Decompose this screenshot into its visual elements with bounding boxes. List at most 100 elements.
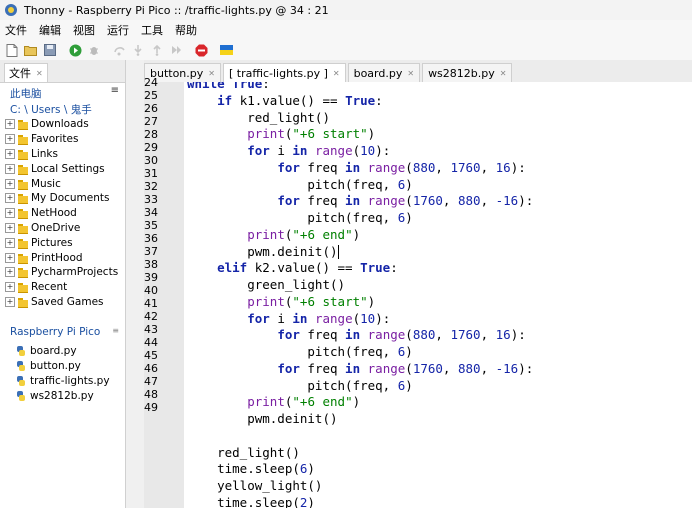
- code-line[interactable]: pitch(freq, 6): [187, 210, 533, 227]
- close-icon[interactable]: ✕: [500, 69, 507, 78]
- folder-label: PrintHood: [31, 251, 83, 264]
- title-bar: Thonny - Raspberry Pi Pico :: /traffic-l…: [0, 0, 692, 20]
- folder-item[interactable]: + NetHood: [0, 206, 125, 221]
- flag-icon[interactable]: [219, 43, 233, 57]
- folder-item[interactable]: + Pictures: [0, 235, 125, 250]
- expand-icon[interactable]: +: [5, 282, 15, 293]
- folder-item[interactable]: + Music: [0, 176, 125, 191]
- folder-item[interactable]: + PrintHood: [0, 250, 125, 265]
- code-line[interactable]: elif k2.value() == True:: [187, 260, 533, 277]
- close-icon[interactable]: ✕: [36, 69, 43, 78]
- menu-help[interactable]: 帮助: [169, 22, 203, 38]
- expand-icon[interactable]: +: [5, 208, 15, 219]
- folder-item[interactable]: + My Documents: [0, 191, 125, 206]
- save-icon[interactable]: [43, 43, 57, 57]
- code-line[interactable]: for freq in range(1760, 880, -16):: [187, 193, 533, 210]
- code-line[interactable]: for freq in range(880, 1760, 16):: [187, 160, 533, 177]
- code-line[interactable]: time.sleep(2): [187, 495, 533, 508]
- run-icon[interactable]: [68, 43, 82, 57]
- folder-item[interactable]: + PycharmProjects: [0, 265, 125, 280]
- folder-label: Local Settings: [31, 162, 105, 175]
- code-line[interactable]: red_light(): [187, 110, 533, 127]
- code-line[interactable]: pwm.deinit(): [187, 244, 533, 261]
- file-item[interactable]: ws2812b.py: [0, 388, 125, 403]
- folder-item[interactable]: + Recent: [0, 280, 125, 295]
- breadcrumb-path[interactable]: C: \ Users \ 鬼手: [10, 101, 125, 117]
- code-line[interactable]: yellow_light(): [187, 478, 533, 495]
- code-line[interactable]: print("+6 end"): [187, 227, 533, 244]
- editor-tab[interactable]: [ traffic-lights.py ] ✕: [222, 63, 346, 82]
- code-line[interactable]: for i in range(10):: [187, 143, 533, 160]
- folder-item[interactable]: + Downloads: [0, 117, 125, 132]
- toolbar: [0, 40, 692, 60]
- close-icon[interactable]: ✕: [208, 69, 215, 78]
- folder-icon: [18, 179, 28, 190]
- line-number: 37: [144, 245, 158, 258]
- code-editor[interactable]: while True: if k1.value() == True: red_l…: [184, 82, 692, 508]
- step-out-icon[interactable]: [150, 43, 164, 57]
- code-line[interactable]: pwm.deinit(): [187, 411, 533, 428]
- code-line[interactable]: pitch(freq, 6): [187, 177, 533, 194]
- pane-menu-icon[interactable]: ≡: [112, 326, 119, 335]
- expand-icon[interactable]: +: [5, 222, 15, 233]
- folder-item[interactable]: + Links: [0, 147, 125, 162]
- folder-item[interactable]: + Saved Games: [0, 295, 125, 310]
- folder-item[interactable]: + Favorites: [0, 132, 125, 147]
- menu-edit[interactable]: 编辑: [33, 22, 67, 38]
- code-line[interactable]: pitch(freq, 6): [187, 378, 533, 395]
- folder-icon: [18, 193, 28, 205]
- expand-icon[interactable]: +: [5, 267, 15, 278]
- step-into-icon[interactable]: [131, 43, 145, 57]
- close-icon[interactable]: ✕: [333, 69, 340, 78]
- code-line[interactable]: for freq in range(880, 1760, 16):: [187, 327, 533, 344]
- menu-view[interactable]: 视图: [67, 22, 101, 38]
- stop-icon[interactable]: [194, 43, 208, 57]
- open-file-icon[interactable]: [24, 43, 38, 57]
- code-line[interactable]: while True:: [187, 82, 533, 93]
- debug-icon[interactable]: [87, 43, 101, 57]
- pane-menu-icon[interactable]: ≡: [111, 85, 119, 96]
- code-line[interactable]: red_light(): [187, 445, 533, 462]
- tab-files-label: 文件: [9, 67, 31, 80]
- menu-tools[interactable]: 工具: [135, 22, 169, 38]
- code-line[interactable]: green_light(): [187, 277, 533, 294]
- code-line[interactable]: print("+6 end"): [187, 394, 533, 411]
- code-line[interactable]: time.sleep(6): [187, 461, 533, 478]
- new-file-icon[interactable]: [5, 43, 19, 57]
- expand-icon[interactable]: +: [5, 163, 15, 174]
- menu-run[interactable]: 运行: [101, 22, 135, 38]
- expand-icon[interactable]: +: [5, 148, 15, 159]
- file-item[interactable]: board.py: [0, 344, 125, 359]
- close-icon[interactable]: ✕: [407, 69, 414, 78]
- step-over-icon[interactable]: [112, 43, 126, 57]
- code-line[interactable]: print("+6 start"): [187, 294, 533, 311]
- line-number: 49: [144, 401, 158, 414]
- code-line[interactable]: print("+6 start"): [187, 126, 533, 143]
- pane-splitter[interactable]: [126, 60, 144, 508]
- file-item[interactable]: traffic-lights.py: [0, 374, 125, 389]
- file-item[interactable]: button.py: [0, 359, 125, 374]
- editor-tab[interactable]: board.py ✕: [347, 63, 421, 82]
- code-line[interactable]: pitch(freq, 6): [187, 344, 533, 361]
- expand-icon[interactable]: +: [5, 119, 15, 130]
- device-header[interactable]: Raspberry Pi Pico ≡: [0, 318, 125, 344]
- editor-tab[interactable]: ws2812b.py ✕: [422, 63, 513, 82]
- text-cursor: [337, 245, 339, 259]
- code-line[interactable]: for i in range(10):: [187, 311, 533, 328]
- expand-icon[interactable]: +: [5, 296, 15, 307]
- menu-file[interactable]: 文件: [0, 22, 33, 38]
- tab-files[interactable]: 文件 ✕: [4, 63, 48, 82]
- folder-icon: [18, 267, 28, 279]
- code-line[interactable]: for freq in range(1760, 880, -16):: [187, 361, 533, 378]
- folder-item[interactable]: + Local Settings: [0, 161, 125, 176]
- resume-icon[interactable]: [169, 43, 183, 57]
- code-line[interactable]: if k1.value() == True:: [187, 93, 533, 110]
- expand-icon[interactable]: +: [5, 193, 15, 204]
- folder-item[interactable]: + OneDrive: [0, 221, 125, 236]
- expand-icon[interactable]: +: [5, 252, 15, 263]
- computer-header[interactable]: 此电脑: [10, 83, 125, 101]
- expand-icon[interactable]: +: [5, 237, 15, 248]
- code-line[interactable]: [187, 428, 533, 445]
- expand-icon[interactable]: +: [5, 134, 15, 145]
- expand-icon[interactable]: +: [5, 178, 15, 189]
